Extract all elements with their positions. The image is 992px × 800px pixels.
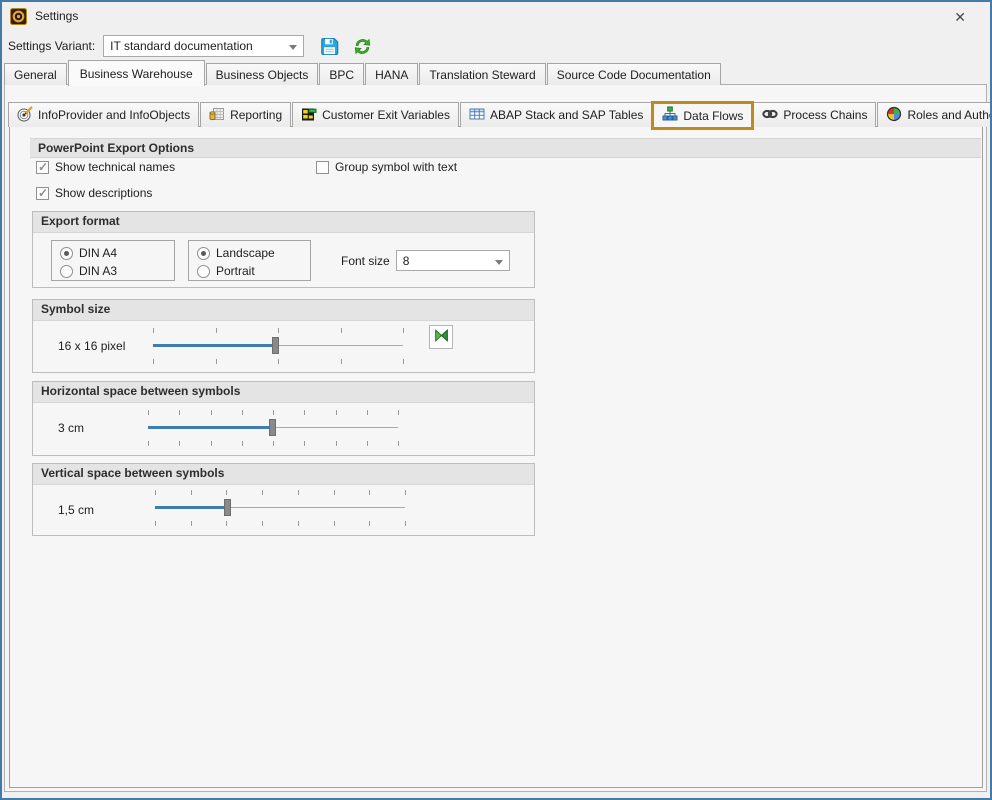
window-title: Settings — [35, 9, 78, 23]
variables-icon — [301, 106, 317, 125]
fit-symbol-button[interactable] — [429, 325, 453, 349]
subtab-infoprovider-and-infoobjects[interactable]: InfoProvider and InfoObjects — [8, 102, 199, 127]
tab-business-warehouse[interactable]: Business Warehouse — [68, 60, 205, 86]
settings-variant-combobox[interactable]: IT standard documentation — [103, 35, 304, 57]
data-flow-tree-icon — [662, 106, 678, 125]
chevron-down-icon[interactable] — [495, 260, 503, 265]
variant-label: Settings Variant: — [8, 39, 95, 53]
green-bowtie-icon — [433, 327, 450, 347]
chain-icon — [762, 106, 778, 125]
din-a3-radio[interactable]: DIN A3 — [60, 264, 117, 278]
horizontal-space-header: Horizontal space between symbols — [33, 382, 534, 403]
export-format-group: Export format DIN A4 DIN A3 Landscape — [32, 211, 535, 288]
checkbox-label: Show technical names — [55, 160, 175, 174]
toolbar: Settings Variant: IT standard documentat… — [2, 32, 990, 60]
portrait-radio[interactable]: Portrait — [197, 264, 255, 278]
slider-fill — [148, 426, 273, 429]
tab-general[interactable]: General — [4, 63, 67, 85]
subtab-reporting[interactable]: Reporting — [200, 102, 291, 127]
show-descriptions-checkbox[interactable]: Show descriptions — [36, 186, 152, 200]
slider-ticks — [153, 359, 403, 364]
tab-translation-steward[interactable]: Translation Steward — [419, 63, 545, 85]
checkbox-box[interactable] — [36, 161, 49, 174]
symbol-size-group: Symbol size 16 x 16 pixel — [32, 299, 535, 373]
radio-circle[interactable] — [60, 247, 73, 260]
landscape-radio[interactable]: Landscape — [197, 246, 275, 260]
font-size-value: 8 — [403, 254, 410, 268]
slider-track[interactable] — [155, 507, 405, 508]
subtab-data-flows[interactable]: Data Flows — [653, 102, 752, 128]
slider-thumb[interactable] — [269, 419, 276, 436]
slider-ticks — [155, 490, 405, 495]
title-bar: Settings ✕ — [2, 2, 990, 30]
slider-ticks — [148, 441, 398, 446]
business-warehouse-page: InfoProvider and InfoObjects Reporting C… — [4, 84, 987, 792]
radio-label: DIN A4 — [79, 246, 117, 260]
slider-fill — [155, 506, 228, 509]
subtab-roles-and-authorizations[interactable]: Roles and Authorizations — [877, 102, 992, 127]
vertical-space-group: Vertical space between symbols 1,5 cm — [32, 463, 535, 536]
show-technical-names-checkbox[interactable]: Show technical names — [36, 160, 175, 174]
tab-business-objects[interactable]: Business Objects — [206, 63, 319, 85]
radio-label: Portrait — [216, 264, 255, 278]
vertical-space-header: Vertical space between symbols — [33, 464, 534, 485]
horizontal-space-group: Horizontal space between symbols 3 cm — [32, 381, 535, 456]
horizontal-space-slider[interactable] — [148, 408, 398, 448]
refresh-icon[interactable] — [353, 37, 372, 56]
paper-size-radio-group: DIN A4 DIN A3 — [51, 240, 175, 281]
radio-circle[interactable] — [197, 247, 210, 260]
radio-circle[interactable] — [197, 265, 210, 278]
slider-fill — [153, 344, 276, 347]
checkbox-box[interactable] — [316, 161, 329, 174]
checkbox-label: Show descriptions — [55, 186, 152, 200]
radio-label: Landscape — [216, 246, 275, 260]
orientation-radio-group: Landscape Portrait — [188, 240, 311, 281]
horizontal-space-value: 3 cm — [58, 421, 84, 435]
close-icon[interactable]: ✕ — [948, 7, 972, 28]
checkbox-label: Group symbol with text — [335, 160, 457, 174]
roles-pie-icon — [886, 106, 902, 125]
vertical-space-value: 1,5 cm — [58, 503, 94, 517]
slider-thumb[interactable] — [224, 499, 231, 516]
sap-table-icon — [469, 106, 485, 125]
slider-ticks — [148, 410, 398, 415]
main-tabstrip: General Business Warehouse Business Obje… — [4, 59, 722, 85]
din-a4-radio[interactable]: DIN A4 — [60, 246, 117, 260]
symbol-size-header: Symbol size — [33, 300, 534, 321]
radio-circle[interactable] — [60, 265, 73, 278]
font-size-label: Font size — [341, 254, 390, 268]
checkbox-box[interactable] — [36, 187, 49, 200]
variant-value: IT standard documentation — [110, 39, 253, 53]
symbol-size-value: 16 x 16 pixel — [58, 339, 125, 353]
slider-ticks — [153, 328, 403, 333]
settings-window: Settings ✕ Settings Variant: IT standard… — [0, 0, 992, 800]
app-logo-icon — [10, 8, 27, 25]
tab-hana[interactable]: HANA — [365, 63, 418, 85]
vertical-space-slider[interactable] — [155, 488, 405, 528]
target-icon — [17, 106, 33, 125]
powerpoint-export-options-header: PowerPoint Export Options — [30, 138, 981, 158]
save-icon[interactable] — [320, 37, 339, 56]
font-size-combobox[interactable]: 8 — [396, 250, 510, 271]
slider-thumb[interactable] — [272, 337, 279, 354]
radio-label: DIN A3 — [79, 264, 117, 278]
group-symbol-with-text-checkbox[interactable]: Group symbol with text — [316, 160, 457, 174]
slider-ticks — [155, 521, 405, 526]
data-flows-settings-panel: PowerPoint Export Options Show technical… — [9, 126, 983, 788]
subtab-abap-stack-and-sap-tables[interactable]: ABAP Stack and SAP Tables — [460, 102, 652, 127]
tab-source-code-documentation[interactable]: Source Code Documentation — [547, 63, 721, 85]
symbol-size-slider[interactable] — [153, 326, 403, 366]
subtab-customer-exit-variables[interactable]: Customer Exit Variables — [292, 102, 459, 127]
export-format-header: Export format — [33, 212, 534, 233]
subtab-process-chains[interactable]: Process Chains — [753, 102, 876, 127]
report-table-icon — [209, 106, 225, 125]
bw-subtabstrip: InfoProvider and InfoObjects Reporting C… — [8, 100, 992, 127]
chevron-down-icon[interactable] — [289, 45, 297, 50]
tab-bpc[interactable]: BPC — [319, 63, 364, 85]
